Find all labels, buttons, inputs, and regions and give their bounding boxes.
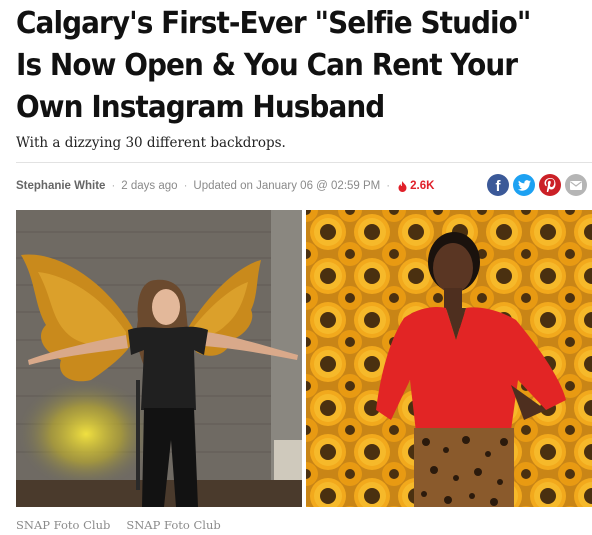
- email-icon: [570, 180, 582, 190]
- facebook-share-button[interactable]: f: [487, 174, 509, 196]
- share-buttons: f: [487, 174, 587, 196]
- facebook-icon: f: [495, 177, 501, 195]
- photo-credit: SNAP Foto Club: [16, 518, 111, 532]
- photo-captions: SNAP Foto Club SNAP Foto Club: [16, 518, 221, 532]
- photo-woman-gold-wings: [16, 210, 302, 507]
- divider: [16, 162, 592, 163]
- separator-dot: ·: [183, 180, 188, 192]
- article-subtitle: With a dizzying 30 different backdrops.: [16, 135, 286, 151]
- post-date: 2 days ago: [121, 180, 178, 192]
- separator-dot: ·: [386, 180, 391, 192]
- separator-dot: ·: [111, 180, 116, 192]
- twitter-icon: [517, 179, 531, 191]
- byline: Stephanie White · 2 days ago · Updated o…: [16, 178, 434, 194]
- email-share-button[interactable]: [565, 174, 587, 196]
- author-link[interactable]: Stephanie White: [16, 180, 105, 192]
- view-count-value: 2.6K: [410, 180, 435, 192]
- updated-date: Updated on January 06 @ 02:59 PM: [193, 180, 381, 192]
- photo-credit: SNAP Foto Club: [126, 518, 221, 532]
- view-count: 2.6K: [398, 180, 434, 192]
- pinterest-icon: [544, 178, 556, 192]
- photo-woman-sunflowers: [306, 210, 592, 507]
- fire-icon: [398, 180, 407, 192]
- twitter-share-button[interactable]: [513, 174, 535, 196]
- pinterest-share-button[interactable]: [539, 174, 561, 196]
- article-headline: Calgary's First-Ever "Selfie Studio" Is …: [16, 6, 531, 125]
